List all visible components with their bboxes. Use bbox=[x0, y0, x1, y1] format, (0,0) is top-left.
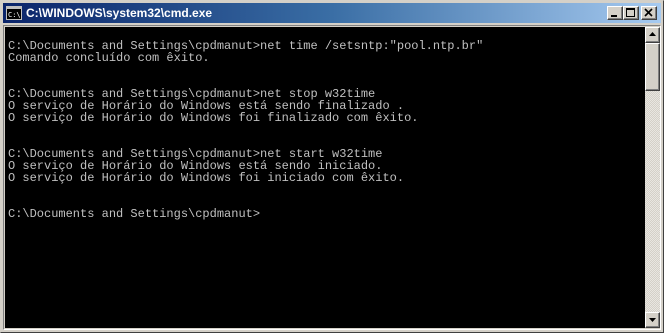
close-icon bbox=[644, 8, 653, 17]
console-prompt: C:\Documents and Settings\cpdmanut> bbox=[8, 207, 261, 221]
console-frame: C:\Documents and Settings\cpdmanut>net t… bbox=[3, 25, 661, 330]
console-line: O serviço de Horário do Windows foi inic… bbox=[8, 171, 405, 185]
console-output: C:\Documents and Settings\cpdmanut>net t… bbox=[5, 27, 645, 220]
console-line: O serviço de Horário do Windows foi fina… bbox=[8, 111, 419, 125]
close-button[interactable] bbox=[641, 6, 657, 20]
maximize-icon bbox=[626, 8, 635, 17]
cmd-app-icon[interactable]: C:\ bbox=[6, 6, 22, 20]
arrow-down-icon bbox=[649, 318, 656, 322]
scroll-down-button[interactable] bbox=[645, 312, 660, 328]
svg-text:C:\: C:\ bbox=[8, 11, 21, 19]
cmd-window: C:\ C:\WINDOWS\system32\cmd.exe C:\Docum… bbox=[0, 0, 664, 333]
title-bar[interactable]: C:\ C:\WINDOWS\system32\cmd.exe bbox=[3, 3, 661, 23]
console-area[interactable]: C:\Documents and Settings\cpdmanut>net t… bbox=[5, 27, 645, 328]
minimize-button[interactable] bbox=[607, 6, 623, 20]
scroll-up-button[interactable] bbox=[645, 27, 660, 43]
console-line: Comando concluído com êxito. bbox=[8, 51, 210, 65]
minimize-icon bbox=[611, 15, 617, 17]
scrollbar-thumb[interactable] bbox=[645, 43, 660, 91]
window-title: C:\WINDOWS\system32\cmd.exe bbox=[26, 6, 213, 20]
vertical-scrollbar[interactable] bbox=[645, 27, 660, 328]
arrow-up-icon bbox=[649, 32, 656, 36]
maximize-button[interactable] bbox=[623, 6, 639, 20]
